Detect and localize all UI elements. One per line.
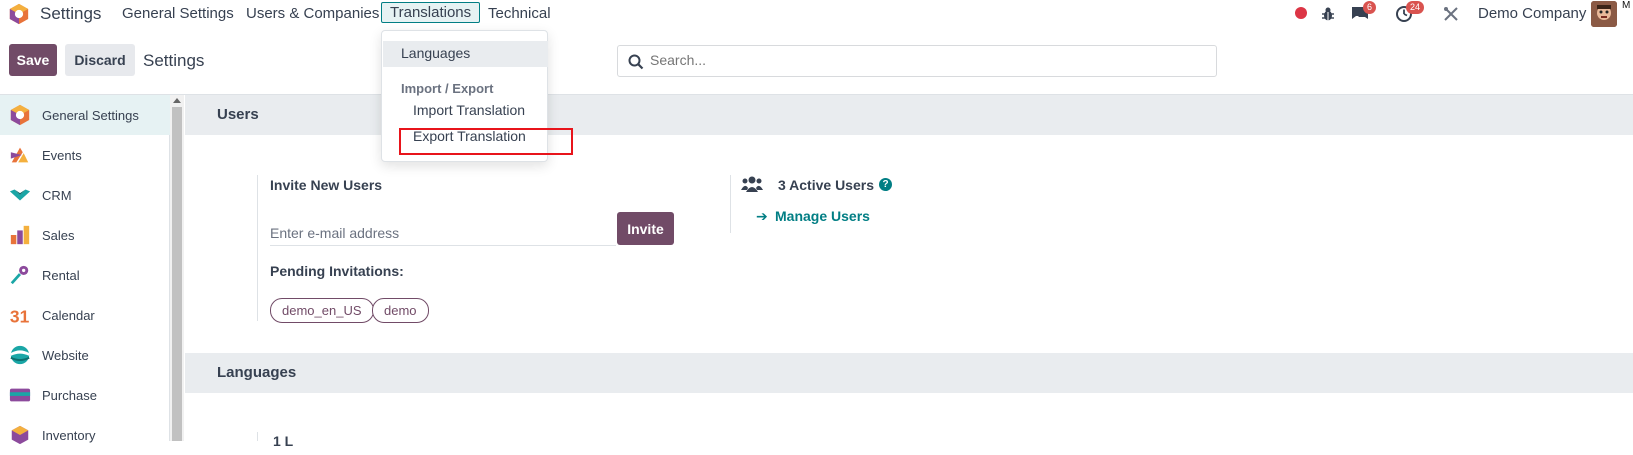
menu-technical[interactable]: Technical: [488, 5, 551, 22]
activities-badge: 24: [1406, 1, 1425, 14]
search-input[interactable]: [650, 52, 1190, 68]
calendar-app-icon: 31: [10, 306, 30, 326]
pending-invitation-tag[interactable]: demo_en_US: [270, 298, 374, 323]
sidebar-item-label: Events: [42, 147, 82, 163]
active-users-count: 3 Active Users: [778, 177, 874, 193]
sidebar-item-label: Inventory: [42, 427, 96, 443]
website-app-icon: [10, 345, 30, 365]
top-navbar: Settings General Settings Users & Compan…: [0, 0, 1633, 29]
inventory-app-icon: [11, 425, 29, 445]
invite-title: Invite New Users: [270, 177, 383, 193]
sidebar-item-calendar[interactable]: 31 Calendar: [0, 295, 170, 335]
menu-users-companies[interactable]: Users & Companies: [246, 5, 379, 22]
sidebar-item-label: CRM: [42, 187, 72, 203]
scroll-up-arrow-icon[interactable]: [173, 98, 181, 103]
app-title[interactable]: Settings: [40, 4, 101, 24]
menu-item-import-translation[interactable]: Import Translation: [413, 102, 525, 118]
sidebar-item-label: Calendar: [42, 307, 95, 323]
discard-button[interactable]: Discard: [65, 44, 135, 76]
languages-section-header: Languages: [185, 353, 1633, 393]
search-icon: [628, 54, 644, 70]
avatar-face-icon: [1591, 1, 1617, 27]
users-group-icon: [741, 176, 763, 192]
messages-badge: 6: [1363, 1, 1377, 14]
settings-sidebar: General Settings Events CRM Sales Rental: [0, 95, 170, 445]
sidebar-item-label: Sales: [42, 227, 75, 243]
purchase-app-icon: [9, 388, 31, 402]
sidebar-item-website[interactable]: Website: [0, 335, 170, 375]
pending-invitation-tag[interactable]: demo: [372, 298, 429, 323]
arrow-right-icon: ➔: [756, 208, 768, 224]
settings-app-icon: [10, 104, 30, 126]
sidebar-item-rental[interactable]: Rental: [0, 255, 170, 295]
sidebar-item-purchase[interactable]: Purchase: [0, 375, 170, 415]
user-name-cutoff: M: [1622, 0, 1631, 11]
sidebar-item-sales[interactable]: Sales: [0, 215, 170, 255]
sidebar-item-inventory[interactable]: Inventory: [0, 415, 170, 455]
dropdown-section-header: Import / Export: [401, 81, 494, 96]
record-icon[interactable]: [1294, 6, 1308, 20]
manage-users-link[interactable]: Manage Users: [775, 208, 870, 224]
menu-translations[interactable]: Translations: [381, 2, 481, 23]
sidebar-scroll-thumb[interactable]: [172, 107, 182, 441]
email-field[interactable]: [270, 220, 616, 246]
events-app-icon: [10, 147, 29, 163]
tools-icon[interactable]: [1443, 6, 1459, 22]
invite-block-border: [257, 175, 258, 321]
languages-block-border: [257, 432, 258, 441]
settings-app-logo-icon[interactable]: [8, 3, 30, 25]
crm-app-icon: [9, 189, 31, 201]
calendar-icon-text: 31: [10, 306, 30, 326]
sidebar-item-general-settings[interactable]: General Settings: [0, 95, 170, 135]
debug-bug-icon[interactable]: [1320, 6, 1336, 22]
menu-general-settings[interactable]: General Settings: [122, 5, 234, 22]
section-title: Users: [217, 106, 259, 123]
sidebar-item-events[interactable]: Events: [0, 135, 170, 175]
rental-app-icon: [10, 265, 29, 285]
sidebar-item-crm[interactable]: CRM: [0, 175, 170, 215]
pending-invitations-title: Pending Invitations:: [270, 263, 404, 279]
menu-item-languages[interactable]: Languages: [401, 45, 470, 61]
save-button[interactable]: Save: [9, 44, 57, 76]
sidebar-item-label: General Settings: [42, 107, 139, 123]
sales-app-icon: [10, 225, 30, 245]
languages-count-cutoff: 1 L: [273, 433, 294, 449]
search-bar[interactable]: [617, 45, 1217, 77]
user-avatar[interactable]: [1591, 1, 1617, 27]
section-title: Languages: [217, 364, 297, 381]
active-users-border: [730, 175, 731, 233]
sidebar-item-label: Purchase: [42, 387, 97, 403]
export-translation-highlight: [399, 128, 573, 155]
sidebar-item-label: Rental: [42, 267, 80, 283]
invite-button[interactable]: Invite: [617, 212, 674, 245]
help-icon[interactable]: ?: [879, 178, 892, 191]
company-switcher[interactable]: Demo Company: [1478, 5, 1586, 22]
page-title: Settings: [143, 51, 205, 70]
sidebar-item-label: Website: [42, 347, 89, 363]
